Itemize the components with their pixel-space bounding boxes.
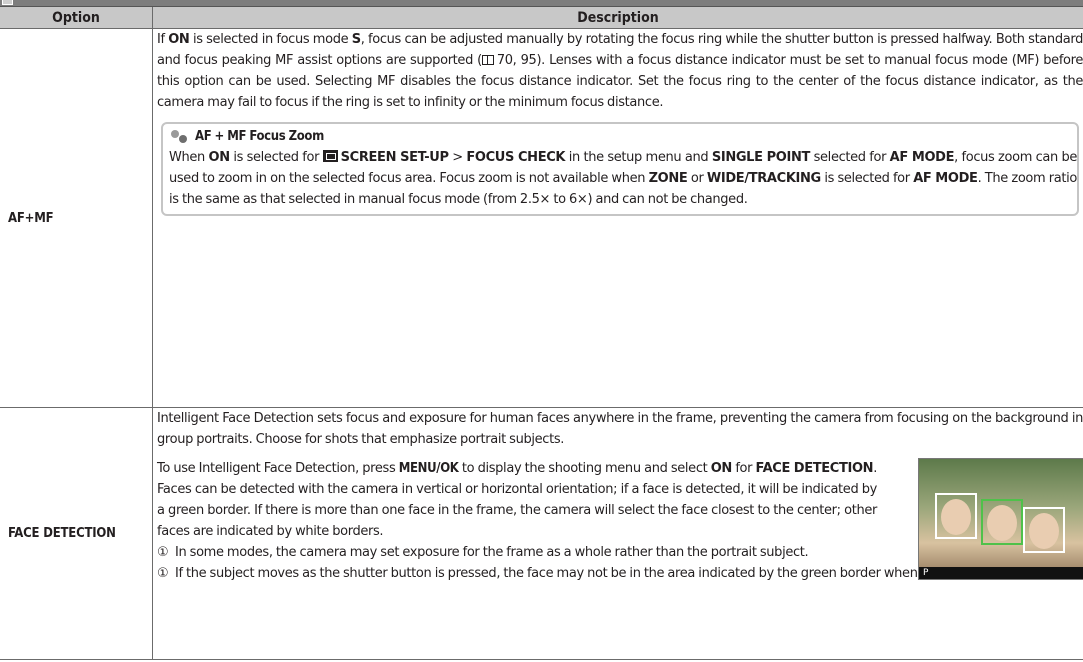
table-row-face-detection: FACE DETECTION Intelligent Face Detectio… xyxy=(0,407,1083,660)
option-face-detection: FACE DETECTION xyxy=(0,407,153,660)
page-reference-link[interactable]: 70, 95 xyxy=(497,53,537,68)
options-table: Option Description AF+MF If ON is select… xyxy=(0,7,1083,660)
screen-setup-icon xyxy=(322,150,338,162)
section-icon xyxy=(2,0,13,5)
description-afmf: If ON is selected in focus mode S, focus… xyxy=(152,28,1083,408)
manual-page: Option Description AF+MF If ON is select… xyxy=(0,0,1083,662)
option-afmf: AF+MF xyxy=(0,28,153,408)
description-face-detection: Intelligent Face Detection sets focus an… xyxy=(152,407,1083,660)
note-text: When ON is selected for SCREEN SET-UP > … xyxy=(169,150,1078,207)
column-header-description: Description xyxy=(152,7,1083,29)
table-header-row: Option Description xyxy=(0,7,1083,29)
section-header-bar xyxy=(0,0,1083,7)
camera-status-bar: P xyxy=(919,567,1083,579)
face-box-selected xyxy=(981,499,1023,545)
note-box: AF + MF Focus Zoom When ON is selected f… xyxy=(161,122,1079,216)
face-box-white xyxy=(935,493,977,539)
fd-instructions: To use Intelligent Face Detection, press… xyxy=(157,461,877,539)
fd-body: To use Intelligent Face Detection, press… xyxy=(157,458,1083,580)
page-reference-icon xyxy=(481,55,494,65)
caution-icon: ① xyxy=(157,566,169,581)
face-detection-example-image: P xyxy=(918,458,1083,580)
afmf-paragraph: If ON is selected in focus mode S, focus… xyxy=(157,32,1083,110)
note-title: AF + MF Focus Zoom xyxy=(169,126,1077,147)
caution-icon: ① xyxy=(157,545,169,560)
fd-intro: Intelligent Face Detection sets focus an… xyxy=(157,411,1083,447)
column-header-option: Option xyxy=(0,7,153,29)
face-box-white xyxy=(1023,507,1065,553)
table-row-afmf: AF+MF If ON is selected in focus mode S,… xyxy=(0,28,1083,408)
note-icon xyxy=(169,129,189,144)
